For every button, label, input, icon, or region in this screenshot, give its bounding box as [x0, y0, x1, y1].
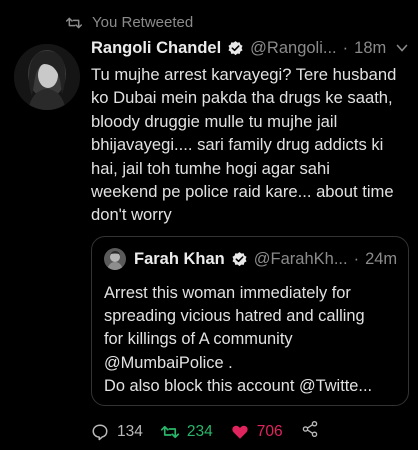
separator-dot: ·	[353, 249, 360, 268]
verified-badge-icon	[228, 41, 243, 56]
chevron-down-icon[interactable]	[396, 42, 408, 54]
quoted-tweet-card[interactable]: Farah Khan @FarahKh... · 24m Arrest this…	[91, 236, 409, 406]
share-icon	[302, 420, 317, 438]
tweet-text: Tu mujhe arrest karvayegi? Tere husband …	[91, 65, 397, 225]
quoted-tweet-header: Farah Khan @FarahKh... · 24m	[104, 248, 404, 270]
like-button[interactable]: 706	[231, 423, 283, 441]
quoted-tweet-text: Arrest this woman immediately for spread…	[104, 284, 373, 395]
quoted-author-handle: @FarahKh...	[253, 249, 348, 268]
quoted-author-name: Farah Khan	[134, 249, 225, 268]
author-name[interactable]: Rangoli Chandel	[91, 39, 221, 58]
retweet-icon	[66, 17, 82, 28]
verified-badge-icon	[232, 251, 247, 266]
reply-icon	[92, 424, 108, 440]
tweet-header: Rangoli Chandel @Rangoli... · 18m	[91, 39, 411, 58]
separator-dot: ·	[342, 39, 349, 57]
quoted-avatar	[104, 248, 126, 270]
share-button[interactable]	[301, 420, 319, 443]
tweet-time[interactable]: 18m	[354, 39, 386, 58]
retweet-count: 234	[186, 422, 213, 440]
quoted-tweet-time: 24m	[365, 249, 398, 268]
tweet-actions: 134 234 706	[91, 420, 411, 443]
like-count: 706	[256, 422, 283, 440]
author-handle[interactable]: @Rangoli...	[250, 39, 336, 58]
reply-button[interactable]: 134	[91, 423, 143, 441]
heart-icon	[232, 425, 248, 439]
retweet-context: You Retweeted	[66, 14, 193, 31]
reply-count: 134	[117, 422, 143, 440]
avatar[interactable]	[14, 44, 80, 110]
retweet-context-label: You Retweeted	[92, 14, 194, 31]
retweet-icon	[160, 425, 179, 438]
retweet-button[interactable]: 234	[160, 422, 213, 441]
